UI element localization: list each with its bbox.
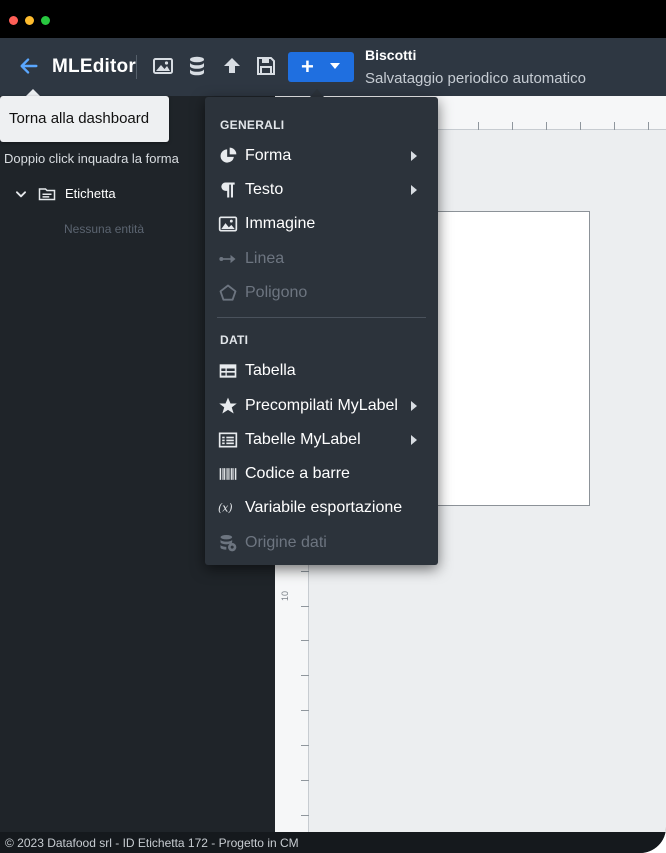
tooltip-arrow [26,89,40,96]
svg-text:(x): (x) [218,501,233,514]
window-maximize-button[interactable] [41,16,50,25]
plus-icon: + [301,54,314,79]
back-arrow-icon[interactable] [18,55,40,77]
menu-section-dati: DATI [220,333,249,347]
document-status: Salvataggio periodico automatico [365,70,586,87]
menu-item-precompilati-mylabel[interactable]: Precompilati MyLabel [205,389,438,423]
database-settings-icon [218,533,238,553]
window-minimize-button[interactable] [25,16,34,25]
cloud-upload-icon[interactable] [220,54,244,78]
menu-item-immagine[interactable]: Immagine [205,207,438,241]
table-list-icon [218,430,238,450]
add-element-menu: GENERALI Forma Testo Immagine Linea Poli… [205,97,438,565]
sidebar-hint: Doppio click inquadra la forma [4,151,179,166]
chevron-right-icon [411,401,417,411]
variable-icon: (x) [218,498,238,518]
barcode-icon [218,464,238,484]
menu-item-testo[interactable]: Testo [205,173,438,207]
shapes-icon [218,146,238,166]
app-toolbar: MLEditor + Biscotti Salvataggio periodic… [0,38,666,96]
table-icon [218,361,238,381]
toolbar-divider [136,55,137,79]
menu-item-tabella[interactable]: Tabella [205,354,438,388]
empty-entities-text: Nessuna entità [64,222,145,236]
database-icon[interactable] [185,54,209,78]
menu-item-origine-dati[interactable]: Origine dati [205,526,438,560]
chevron-right-icon [411,435,417,445]
chevron-down-icon[interactable] [14,187,28,201]
image-icon[interactable] [151,54,175,78]
menu-section-generali: GENERALI [220,118,285,132]
save-icon[interactable] [254,54,278,78]
chevron-right-icon [411,185,417,195]
menu-item-poligono[interactable]: Poligono [205,276,438,310]
label-icon [38,186,56,202]
window-close-button[interactable] [9,16,18,25]
add-element-button[interactable]: + [288,52,354,82]
image-icon [218,214,238,234]
chevron-right-icon [411,151,417,161]
menu-item-tabelle-mylabel[interactable]: Tabelle MyLabel [205,423,438,457]
footer: © 2023 Datafood srl - ID Etichetta 172 -… [0,832,666,853]
app-brand: MLEditor [52,56,136,77]
label-canvas[interactable] [435,211,590,506]
line-arrow-icon [218,249,238,269]
polygon-icon [218,283,238,303]
window-titlebar [0,0,666,38]
menu-pointer [310,89,324,97]
pilcrow-icon [218,180,238,200]
chevron-down-icon [330,63,340,69]
menu-item-codice-a-barre[interactable]: Codice a barre [205,457,438,491]
tree-item-etichetta[interactable]: Etichetta [65,186,116,201]
ruler-number: 10 [280,590,290,601]
back-tooltip: Torna alla dashboard [0,96,169,142]
star-icon [218,396,238,416]
menu-item-forma[interactable]: Forma [205,139,438,173]
menu-item-variabile-esportazione[interactable]: (x) Variabile esportazione [205,491,438,525]
menu-item-linea[interactable]: Linea [205,242,438,276]
menu-divider [217,317,426,318]
document-title: Biscotti [365,47,417,63]
